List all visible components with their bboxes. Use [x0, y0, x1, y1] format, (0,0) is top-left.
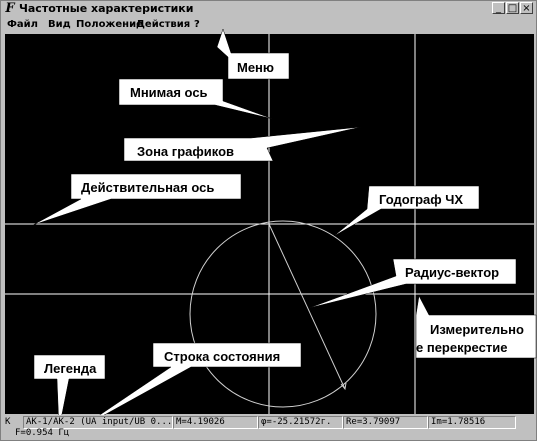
callout-crosshair-label-2: е перекрестие	[416, 340, 507, 355]
callout-imaginary-axis-label: Мнимая ось	[130, 85, 208, 100]
callout-plot-zone-label: Зона графиков	[137, 144, 234, 159]
callout-crosshair-label-1: Измерительно	[430, 322, 524, 337]
status-phase: φ=-25.21572г.	[258, 416, 343, 429]
callout-real-axis-label: Действительная ось	[81, 180, 214, 195]
app-window: F Частотные характеристики _ □ × Файл Ви…	[0, 0, 537, 441]
callout-radius-vector-label: Радиус-вектор	[405, 265, 499, 280]
status-real: Re=3.79097	[343, 416, 428, 429]
status-magnitude: M=4.19026	[173, 416, 258, 429]
status-imaginary: Im=1.78516	[428, 416, 516, 429]
callout-menu-label: Меню	[237, 60, 274, 75]
callout-layer: Меню Мнимая ось Зона графиков Действител…	[32, 28, 537, 430]
callout-hodograph-label: Годограф ЧХ	[379, 192, 463, 207]
status-k-label: K	[5, 417, 11, 427]
callout-status-line-label: Строка состояния	[164, 349, 280, 364]
status-bar: K AK-1/AK-2 (UA input/UB 0... M=4.19026 …	[1, 415, 536, 440]
status-frequency: F=0.954 Гц	[15, 428, 70, 438]
callout-legend-label: Легенда	[44, 361, 97, 376]
